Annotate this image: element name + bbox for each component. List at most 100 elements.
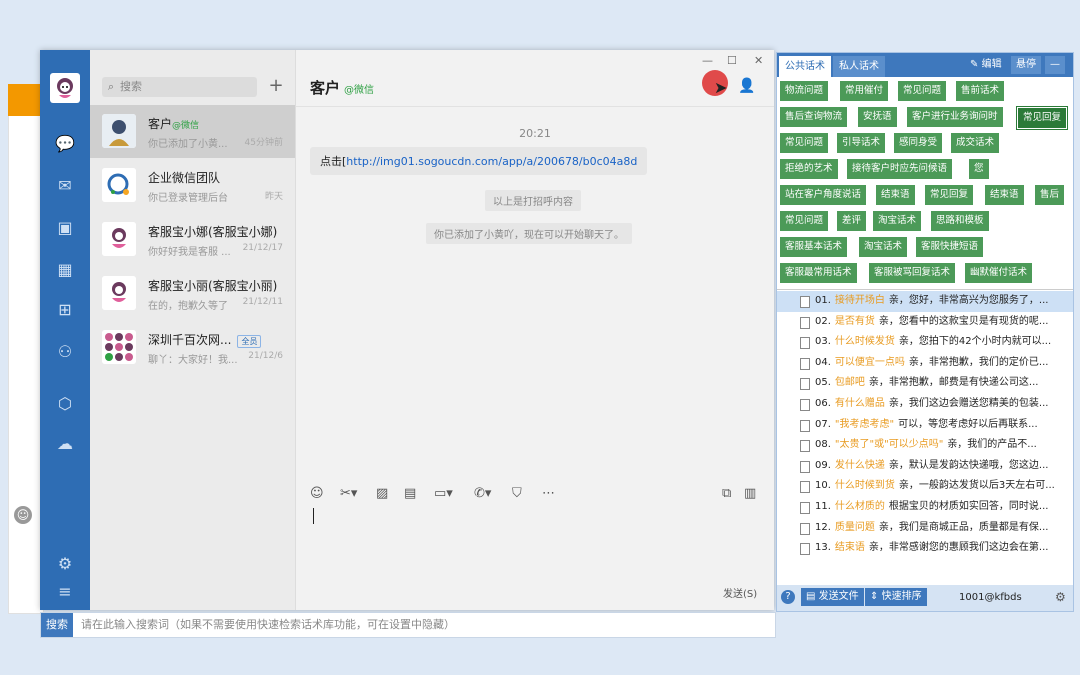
script-item[interactable]: 12. 质量问题 亲，我们是商城正品，质量都是有保... [777,518,1073,539]
contact-avatar [102,114,136,148]
emoji-icon[interactable]: ☺ [14,506,32,524]
conversation-item[interactable]: 客服宝小娜(客服宝小娜) 你好好我是客服 ... 21/12/17 [90,213,295,266]
tab-private-scripts[interactable]: 私人话术 [833,56,885,77]
category-button[interactable]: 物流问题 [780,81,829,101]
category-button[interactable]: 客服最常用话术 [780,263,857,283]
add-button[interactable]: + [266,74,286,98]
script-item[interactable]: 06. 有什么赠品 亲，我们这边会赠送您精美的包装... [777,394,1073,415]
conversation-item[interactable]: 深圳千百次网... 全员 聊丫：大家好！我... 21/12/6 [90,321,295,374]
send-file-button[interactable]: ▤ 发送文件 [801,588,864,606]
gear-icon[interactable]: ⚙ [1055,590,1066,604]
tab-public-scripts[interactable]: 公共话术 [779,56,831,77]
category-button[interactable]: 差评 [837,211,867,231]
category-button-selected[interactable]: 常见回复 [1015,106,1069,130]
history-icon[interactable]: ⧉ [722,486,731,501]
more-icon[interactable]: ⋯ [542,486,555,501]
document-icon[interactable]: ▤ [404,486,416,501]
category-button[interactable]: 拒绝的艺术 [780,159,838,179]
message-input[interactable] [310,508,760,588]
script-item[interactable]: 04. 可以便宜一点吗 亲，非常抱歉，我们的定价已... [777,353,1073,374]
category-button[interactable]: 结束语 [985,185,1024,205]
conversation-item[interactable]: 企业微信团队 你已登录管理后台 昨天 [90,159,295,212]
category-button[interactable]: 引导话术 [837,133,886,153]
conversation-item[interactable]: 客服宝小丽(客服宝小丽) 在的，抱歉久等了 21/12/11 [90,267,295,320]
category-button[interactable]: 客服基本话术 [780,237,848,257]
sidebar-toggle-icon[interactable]: ▥ [744,486,756,501]
workbench-icon[interactable]: ⊞ [55,300,75,320]
apps-icon[interactable]: ⬡ [55,394,75,414]
script-item[interactable]: 10. 什么时候到货 亲，一般韵达发货以后3天左右可... [777,476,1073,497]
chat-icon[interactable]: 💬 [55,134,75,154]
quick-search-button[interactable]: 搜索 [41,613,73,637]
folder-icon[interactable]: ▭▾ [434,486,453,501]
close-button[interactable]: ✕ [754,54,763,67]
quick-search-bar: 搜索 请在此输入搜索词（如果不需要使用快速检索话术库功能，可在设置中隐藏） [40,612,776,638]
add-member-icon[interactable]: 👤 [738,78,755,94]
emoji-icon[interactable]: ☺ [310,486,324,501]
quick-sort-button[interactable]: ⇕ 快速排序 [865,588,927,606]
category-button[interactable]: 淘宝话术 [873,211,922,231]
category-button[interactable]: 结束语 [876,185,915,205]
script-item[interactable]: 08. "太贵了"或"可以少点吗" 亲，我们的产品不... [777,435,1073,456]
category-button[interactable]: 常见问题 [780,211,829,231]
script-item[interactable]: 02. 是否有货 亲，您看中的这款宝贝是有现货的呢... [777,312,1073,333]
panel-minimize-button[interactable]: — [1045,56,1065,74]
document-icon [800,357,810,370]
category-button[interactable]: 售前话术 [956,81,1005,101]
category-button[interactable]: 常用催付 [840,81,889,101]
document-icon [800,481,810,494]
category-button[interactable]: 幽默催付话术 [965,263,1033,283]
category-button[interactable]: 安抚语 [858,107,897,127]
quick-search-input[interactable]: 请在此输入搜索词（如果不需要使用快速检索话术库功能，可在设置中隐藏） [81,613,455,637]
script-item[interactable]: 07. "我考虑考虑" 可以，等您考虑好以后再联系... [777,415,1073,436]
category-button[interactable]: 常见回复 [925,185,974,205]
script-item[interactable]: 13. 结束语 亲，非常感谢您的惠顾我们这边会在第... [777,538,1073,559]
category-button[interactable]: 站在客户角度说话 [780,185,867,205]
image-icon[interactable]: ▨ [376,486,388,501]
category-button[interactable]: 客服快捷短语 [916,237,984,257]
mail-icon[interactable]: ✉ [55,176,75,196]
category-button[interactable]: 客户进行业务询问时 [907,107,1003,127]
category-button[interactable]: 客服被骂回复话术 [869,263,956,283]
pin-button[interactable]: 悬停 [1011,56,1041,74]
document-icon [800,522,810,535]
category-button[interactable]: 思路和模板 [931,211,989,231]
phone-icon[interactable]: ✆▾ [474,486,491,501]
search-icon: ⌕ [107,80,115,93]
contacts-icon[interactable]: ⚇ [55,342,75,362]
send-button[interactable]: 发送(S) [723,585,757,600]
help-icon[interactable]: ? [781,590,795,604]
settings-sliders-icon[interactable]: ⚙ [55,554,75,574]
script-item[interactable]: 11. 什么材质的 根据宝贝的材质如实回答，同时说... [777,497,1073,518]
category-button[interactable]: 感同身受 [894,133,943,153]
document-icon [800,316,810,329]
conversation-time: 45分钟前 [244,138,283,148]
category-button[interactable]: 淘宝话术 [859,237,908,257]
maximize-button[interactable]: ☐ [727,54,737,67]
category-button[interactable]: 您 [969,159,989,179]
minimize-button[interactable]: — [702,54,713,67]
message-link[interactable]: http://img01.sogoucdn.com/app/a/200678/b… [346,155,637,168]
category-button[interactable]: 成交话术 [951,133,1000,153]
menu-icon[interactable]: ≡ [55,582,75,602]
search-input[interactable]: ⌕ 搜索 [102,77,257,97]
script-item[interactable]: 01. 接待开场白 亲，您好，非常高兴为您服务了，... [777,291,1073,312]
calendar-icon[interactable]: ▦ [55,260,75,280]
script-item[interactable]: 09. 发什么快递 亲，默认是发韵达快递哦，您这边... [777,456,1073,477]
category-button[interactable]: 常见问题 [780,133,829,153]
conversation-preview: 在的，抱歉久等了 [148,301,228,312]
category-button[interactable]: 售后 [1035,185,1065,205]
docs-icon[interactable]: ▣ [55,218,75,238]
system-notice: 你已添加了小黄吖，现在可以开始聊天了。 [426,223,632,244]
screenshot-icon[interactable]: ✂▾ [340,486,357,501]
conversation-item[interactable]: 客户@微信 你已添加了小黄... 45分钟前 [90,105,295,158]
script-item[interactable]: 05. 包邮吧 亲，非常抱歉，邮费是有快递公司这... [777,373,1073,394]
category-button[interactable]: 接待客户时应先问候语 [847,159,953,179]
cloud-icon[interactable]: ☁ [55,434,75,454]
shield-icon[interactable]: ⛉ [512,486,522,501]
category-button[interactable]: 售后查询物流 [780,107,848,127]
script-item[interactable]: 03. 什么时候发货 亲，您拍下的42个小时内就可以... [777,332,1073,353]
user-avatar[interactable] [50,73,80,103]
edit-button[interactable]: ✎ 编辑 [965,56,1007,74]
category-button[interactable]: 常见问题 [898,81,947,101]
